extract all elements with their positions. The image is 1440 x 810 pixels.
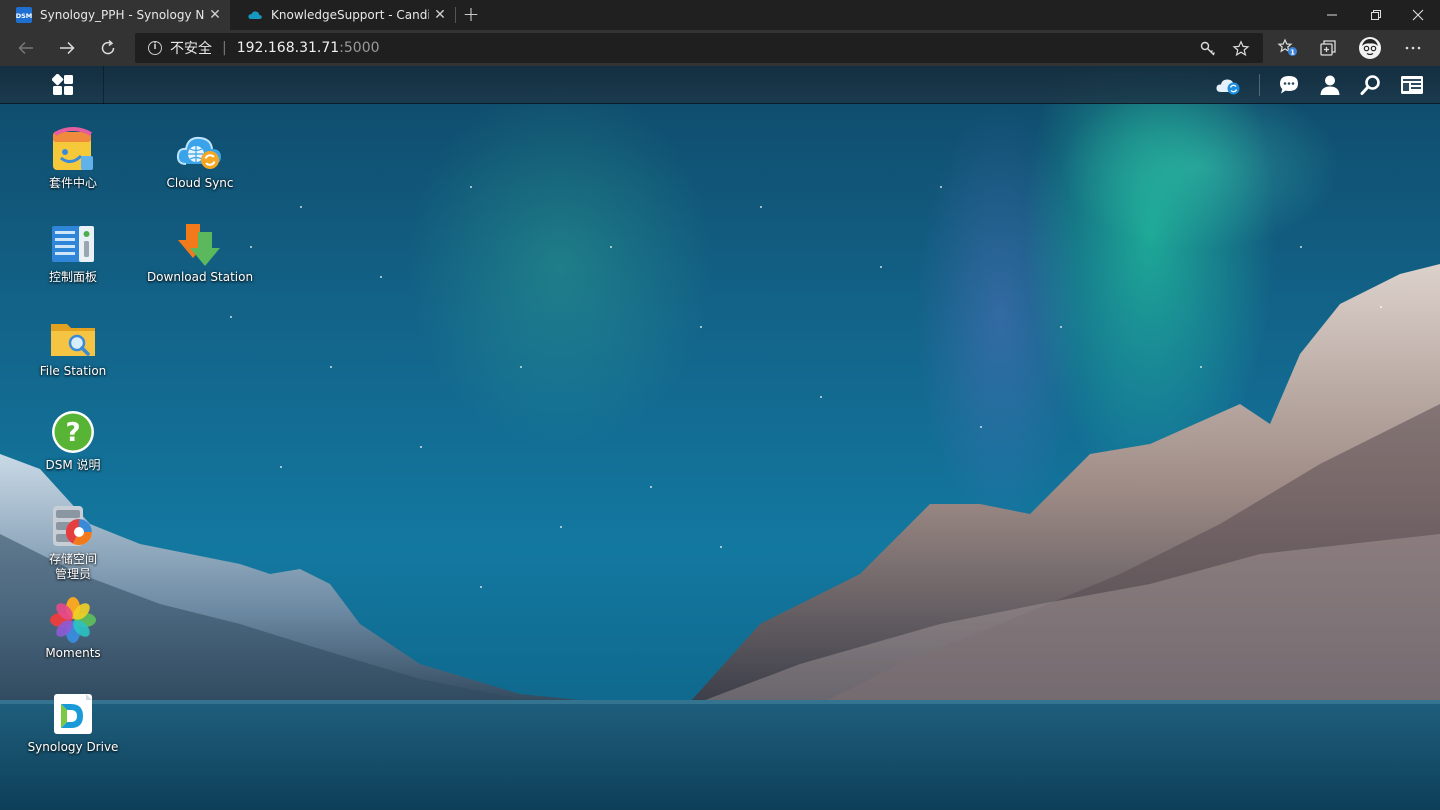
favorites-button[interactable]: 1 (1275, 35, 1301, 61)
desktop-icon-moments[interactable]: Moments (13, 596, 133, 661)
tab-title: Synology_PPH - Synology NAS (40, 8, 204, 22)
tab-separator (455, 7, 456, 23)
desktop-icon-storage-manager[interactable]: 存储空间 管理员 (13, 502, 133, 582)
desktop-icon-package-center[interactable]: 套件中心 (13, 126, 133, 191)
notifications-button[interactable] (1274, 72, 1304, 98)
collections-icon (1320, 40, 1336, 56)
restore-icon (1371, 10, 1381, 20)
taskbar-divider (1259, 74, 1260, 96)
icon-label: Cloud Sync (166, 176, 234, 190)
control-panel-icon (52, 226, 94, 262)
more-icon (1405, 46, 1421, 50)
dsm-favicon-icon: DSM (16, 7, 32, 23)
tab-title: KnowledgeSupport - Candidate (271, 8, 429, 22)
refresh-icon (101, 39, 115, 55)
browser-tab-strip: DSM Synology_PPH - Synology NAS ✕ Knowle… (0, 0, 1440, 30)
help-question-icon: ? (52, 411, 94, 453)
arrow-left-icon (18, 41, 33, 55)
tab-synology-nas[interactable]: DSM Synology_PPH - Synology NAS ✕ (0, 0, 230, 30)
dsm-desktop: 套件中心 Cloud Sync 控制面板 Download Station Fi… (0, 66, 1440, 810)
cloud-sync-icon (1216, 79, 1240, 95)
user-options-button[interactable] (1315, 72, 1345, 98)
synology-drive-icon (54, 694, 92, 734)
avatar-icon (1359, 37, 1381, 59)
package-center-icon (53, 127, 93, 170)
cloud-sync-status-button[interactable] (1214, 72, 1244, 98)
svg-text:DSM: DSM (16, 12, 32, 20)
desktop-icon-file-station[interactable]: File Station (13, 314, 133, 379)
svg-text:?: ? (65, 418, 80, 448)
chat-bubble-icon (1280, 76, 1298, 94)
settings-more-button[interactable] (1400, 35, 1426, 61)
url-port: :5000 (339, 40, 380, 56)
main-menu-button[interactable] (22, 66, 104, 104)
new-tab-button[interactable]: + (458, 3, 484, 27)
icon-label: DSM 说明 (45, 458, 101, 472)
search-button[interactable] (1356, 72, 1386, 98)
close-tab-icon[interactable]: ✕ (429, 7, 451, 23)
desktop-icon-dsm-help[interactable]: ? DSM 说明 (13, 408, 133, 473)
svg-text:1: 1 (1290, 48, 1295, 56)
star-icon[interactable] (1232, 40, 1250, 58)
favorites-icon: 1 (1277, 38, 1297, 56)
cloud-favicon-icon (248, 11, 262, 19)
widgets-icon (1401, 76, 1423, 94)
url-host: 192.168.31.71 (236, 40, 340, 56)
url-divider: | (222, 40, 227, 56)
cloud-sync-app-icon (176, 136, 221, 169)
moments-pinwheel-icon (50, 597, 96, 643)
dsm-taskbar (0, 66, 1440, 104)
user-icon (1320, 75, 1340, 95)
restore-button[interactable] (1354, 0, 1398, 30)
file-station-icon (51, 324, 95, 356)
icon-label: File Station (39, 364, 107, 378)
icon-label: 套件中心 (48, 176, 97, 190)
icon-label: 控制面板 (48, 270, 97, 284)
forward-button[interactable] (53, 34, 81, 62)
browser-toolbar: i 不安全 | 192.168.31.71 :5000 1 (0, 30, 1440, 66)
desktop-icon-download-station[interactable]: Download Station (140, 220, 260, 285)
refresh-button[interactable] (94, 34, 122, 62)
widgets-button[interactable] (1397, 72, 1427, 98)
security-status[interactable]: 不安全 (170, 38, 212, 58)
storage-manager-icon (53, 506, 93, 546)
arrow-right-icon (60, 41, 75, 55)
desktop-icon-cloud-sync[interactable]: Cloud Sync (140, 126, 260, 191)
close-icon (1412, 9, 1424, 21)
tab-knowledge-support[interactable]: KnowledgeSupport - Candidate ✕ (231, 0, 455, 30)
icon-label: Moments (45, 646, 101, 660)
minimize-icon (1327, 14, 1337, 16)
minimize-button[interactable] (1310, 0, 1354, 30)
icon-label: Download Station (146, 270, 254, 284)
key-icon[interactable] (1199, 40, 1217, 58)
desktop-icon-control-panel[interactable]: 控制面板 (13, 220, 133, 285)
info-icon[interactable]: i (148, 41, 162, 55)
search-icon (1360, 75, 1380, 95)
icon-label: Synology Drive (27, 740, 119, 754)
close-window-button[interactable] (1396, 0, 1440, 30)
back-button[interactable] (12, 34, 40, 62)
main-menu-icon (51, 74, 73, 95)
close-tab-icon[interactable]: ✕ (204, 7, 226, 23)
desktop-icon-synology-drive[interactable]: Synology Drive (13, 690, 133, 755)
collections-button[interactable] (1315, 35, 1341, 61)
icon-label: 存储空间 管理员 (48, 552, 97, 581)
address-bar[interactable]: i 不安全 | 192.168.31.71 :5000 (135, 33, 1263, 63)
wallpaper (0, 264, 1440, 810)
profile-button[interactable] (1357, 35, 1383, 61)
download-station-icon (178, 224, 220, 266)
